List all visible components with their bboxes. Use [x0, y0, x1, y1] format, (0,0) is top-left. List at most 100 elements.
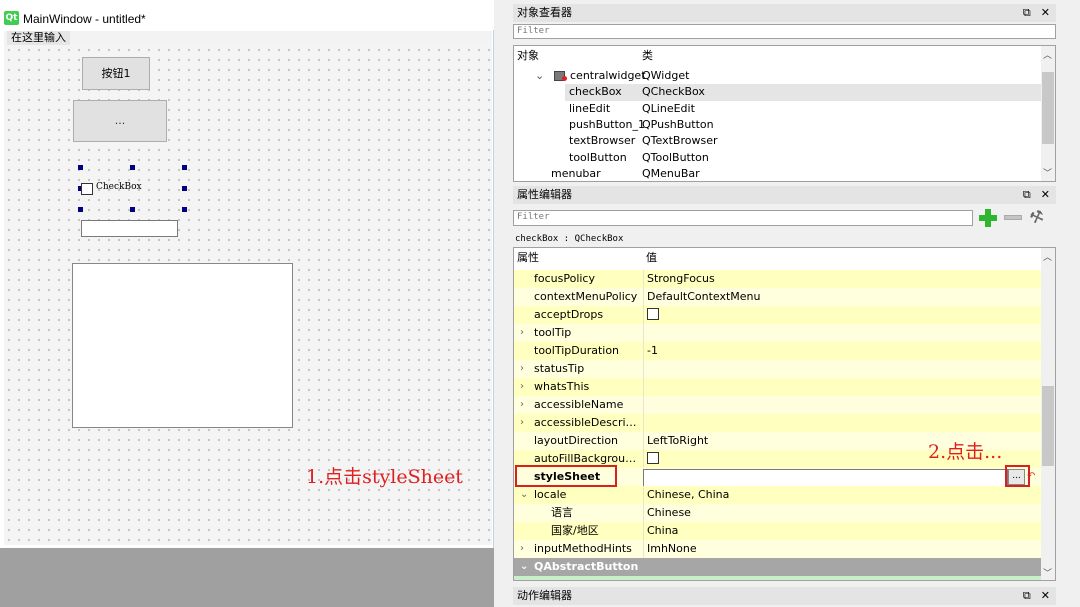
property-editor-title: 属性编辑器 [517, 188, 572, 201]
checkbox[interactable] [647, 452, 659, 464]
tree-row-pushbutton[interactable]: pushButton_1 QPushButton [565, 117, 1041, 133]
prop-name: accessibleName [534, 398, 624, 411]
tree-row-menubar[interactable]: menubar QMenuBar [514, 166, 1041, 181]
header-property[interactable]: 属性 [517, 248, 539, 268]
prop-value[interactable]: China [643, 522, 1042, 540]
header-value[interactable]: 值 [646, 248, 657, 268]
chevron-right-icon[interactable]: › [520, 378, 524, 396]
prop-value[interactable] [643, 396, 1042, 414]
prop-name: toolTipDuration [534, 344, 620, 357]
form-checkbox[interactable]: CheckBox [78, 181, 188, 197]
prop-row-accessiblename[interactable]: › accessibleName [514, 396, 1041, 415]
chevron-down-icon[interactable]: ⌄ [535, 68, 544, 84]
property-filter-input[interactable]: Filter [513, 210, 973, 226]
prop-value[interactable] [643, 378, 1042, 396]
prop-name: toolTip [534, 326, 572, 339]
menu-type-here[interactable]: 在这里输入 [7, 31, 70, 45]
tree-object: toolButton [569, 150, 627, 164]
checkbox[interactable] [647, 308, 659, 320]
form-titlebar[interactable]: Qt MainWindow - untitled* [0, 0, 494, 30]
prop-row-locale[interactable]: ⌄ locale Chinese, China [514, 486, 1041, 505]
header-class[interactable]: 类 [642, 46, 653, 66]
object-filter-input[interactable]: Filter [513, 24, 1056, 39]
chevron-right-icon[interactable]: › [520, 414, 524, 432]
float-icon[interactable]: ⧉ [1023, 589, 1031, 602]
scroll-up-icon[interactable]: ︿ [1043, 48, 1052, 61]
prop-row-statustip[interactable]: › statusTip [514, 360, 1041, 379]
action-editor-title: 动作编辑器 [517, 589, 572, 602]
property-table-scrollbar[interactable]: ︿ ﹀ [1041, 248, 1055, 580]
selection-handle[interactable] [182, 207, 187, 212]
scroll-up-icon[interactable]: ︿ [1043, 250, 1052, 263]
selection-handle[interactable] [78, 165, 83, 170]
property-editor-titlebar[interactable]: 属性编辑器 ⧉ ✕ [513, 186, 1056, 204]
prop-row-acceptdrops[interactable]: acceptDrops [514, 306, 1041, 325]
annotation-step-1: 1.点击styleSheet [306, 466, 463, 488]
prop-row-accessibledescription[interactable]: › accessibleDescripti... [514, 414, 1041, 433]
object-inspector-titlebar[interactable]: 对象查看器 ⧉ ✕ [513, 4, 1056, 22]
remove-property-icon[interactable] [1004, 215, 1022, 220]
prop-row-tooltip[interactable]: › toolTip [514, 324, 1041, 343]
prop-value[interactable] [643, 324, 1042, 342]
chevron-right-icon[interactable]: › [520, 396, 524, 414]
tree-row-lineedit[interactable]: lineEdit QLineEdit [565, 101, 1041, 117]
chevron-right-icon[interactable]: › [520, 540, 524, 558]
prop-row-language[interactable]: 语言 Chinese [514, 504, 1041, 523]
action-editor-titlebar[interactable]: 动作编辑器 ⧉ ✕ [513, 587, 1056, 605]
checkbox-box[interactable] [81, 183, 93, 195]
tree-object: menubar [551, 166, 601, 180]
form-text-browser[interactable] [72, 263, 293, 428]
chevron-down-icon[interactable]: ⌄ [520, 558, 528, 576]
object-inspector-title: 对象查看器 [517, 6, 572, 19]
prop-value[interactable]: Chinese [643, 504, 1042, 522]
form-line-edit[interactable] [81, 220, 178, 237]
prop-value[interactable]: ImhNone [643, 540, 1042, 558]
prop-row-tooltipduration[interactable]: toolTipDuration -1 [514, 342, 1041, 361]
prop-name: accessibleDescripti... [534, 416, 639, 429]
tree-row-toolbutton[interactable]: toolButton QToolButton [565, 150, 1041, 166]
section-qabstractbutton[interactable]: ⌄ QAbstractButton [514, 558, 1041, 576]
chevron-right-icon[interactable]: › [520, 324, 524, 342]
chevron-right-icon[interactable]: › [520, 360, 524, 378]
prop-value[interactable] [643, 306, 1042, 324]
prop-name: 语言 [551, 506, 573, 519]
scroll-down-icon[interactable]: ﹀ [1043, 166, 1052, 179]
form-tool-button[interactable]: ... [73, 100, 167, 142]
object-tree: 对象 类 ⌄ centralwidget QWidget checkBox QC… [513, 45, 1056, 182]
selection-handle[interactable] [78, 207, 83, 212]
close-icon[interactable]: ✕ [1041, 188, 1050, 201]
close-icon[interactable]: ✕ [1041, 589, 1050, 602]
selection-handle[interactable] [130, 207, 135, 212]
prop-value[interactable]: -1 [643, 342, 1042, 360]
header-object[interactable]: 对象 [517, 46, 539, 66]
close-icon[interactable]: ✕ [1041, 6, 1050, 19]
form-push-button-1[interactable]: 按钮1 [82, 57, 150, 90]
scroll-down-icon[interactable]: ﹀ [1043, 566, 1052, 579]
float-icon[interactable]: ⧉ [1023, 188, 1031, 201]
prop-value[interactable] [643, 414, 1042, 432]
prop-value[interactable]: DefaultContextMenu [643, 288, 1042, 306]
selection-handle[interactable] [182, 165, 187, 170]
float-icon[interactable]: ⧉ [1023, 6, 1031, 19]
chevron-down-icon[interactable]: ⌄ [520, 486, 528, 504]
object-tree-scrollbar[interactable]: ︿ ﹀ [1041, 46, 1055, 181]
scroll-thumb[interactable] [1042, 386, 1054, 466]
prop-row-inputmethodhints[interactable]: › inputMethodHints ImhNone [514, 540, 1041, 559]
prop-name: layoutDirection [534, 434, 619, 447]
tree-row-textbrowser[interactable]: textBrowser QTextBrowser [565, 133, 1041, 149]
prop-row-country[interactable]: 国家/地区 China [514, 522, 1041, 541]
tree-row-centralwidget[interactable]: ⌄ centralwidget QWidget [514, 68, 1041, 84]
prop-row-focuspolicy[interactable]: focusPolicy StrongFocus [514, 270, 1041, 289]
prop-value[interactable]: Chinese, China [643, 486, 1042, 504]
prop-name: focusPolicy [534, 272, 595, 285]
selection-handle[interactable] [130, 165, 135, 170]
prop-value[interactable]: StrongFocus [643, 270, 1042, 288]
prop-row-whatsthis[interactable]: › whatsThis [514, 378, 1041, 397]
property-table-header: 属性 值 [514, 248, 1041, 268]
tree-row-checkbox[interactable]: checkBox QCheckBox [565, 84, 1041, 101]
add-property-icon[interactable] [977, 207, 999, 229]
prop-row-contextmenupolicy[interactable]: contextMenuPolicy DefaultContextMenu [514, 288, 1041, 307]
scroll-thumb[interactable] [1042, 72, 1054, 144]
stylesheet-value-field[interactable] [643, 469, 1008, 487]
prop-value[interactable] [643, 360, 1042, 378]
